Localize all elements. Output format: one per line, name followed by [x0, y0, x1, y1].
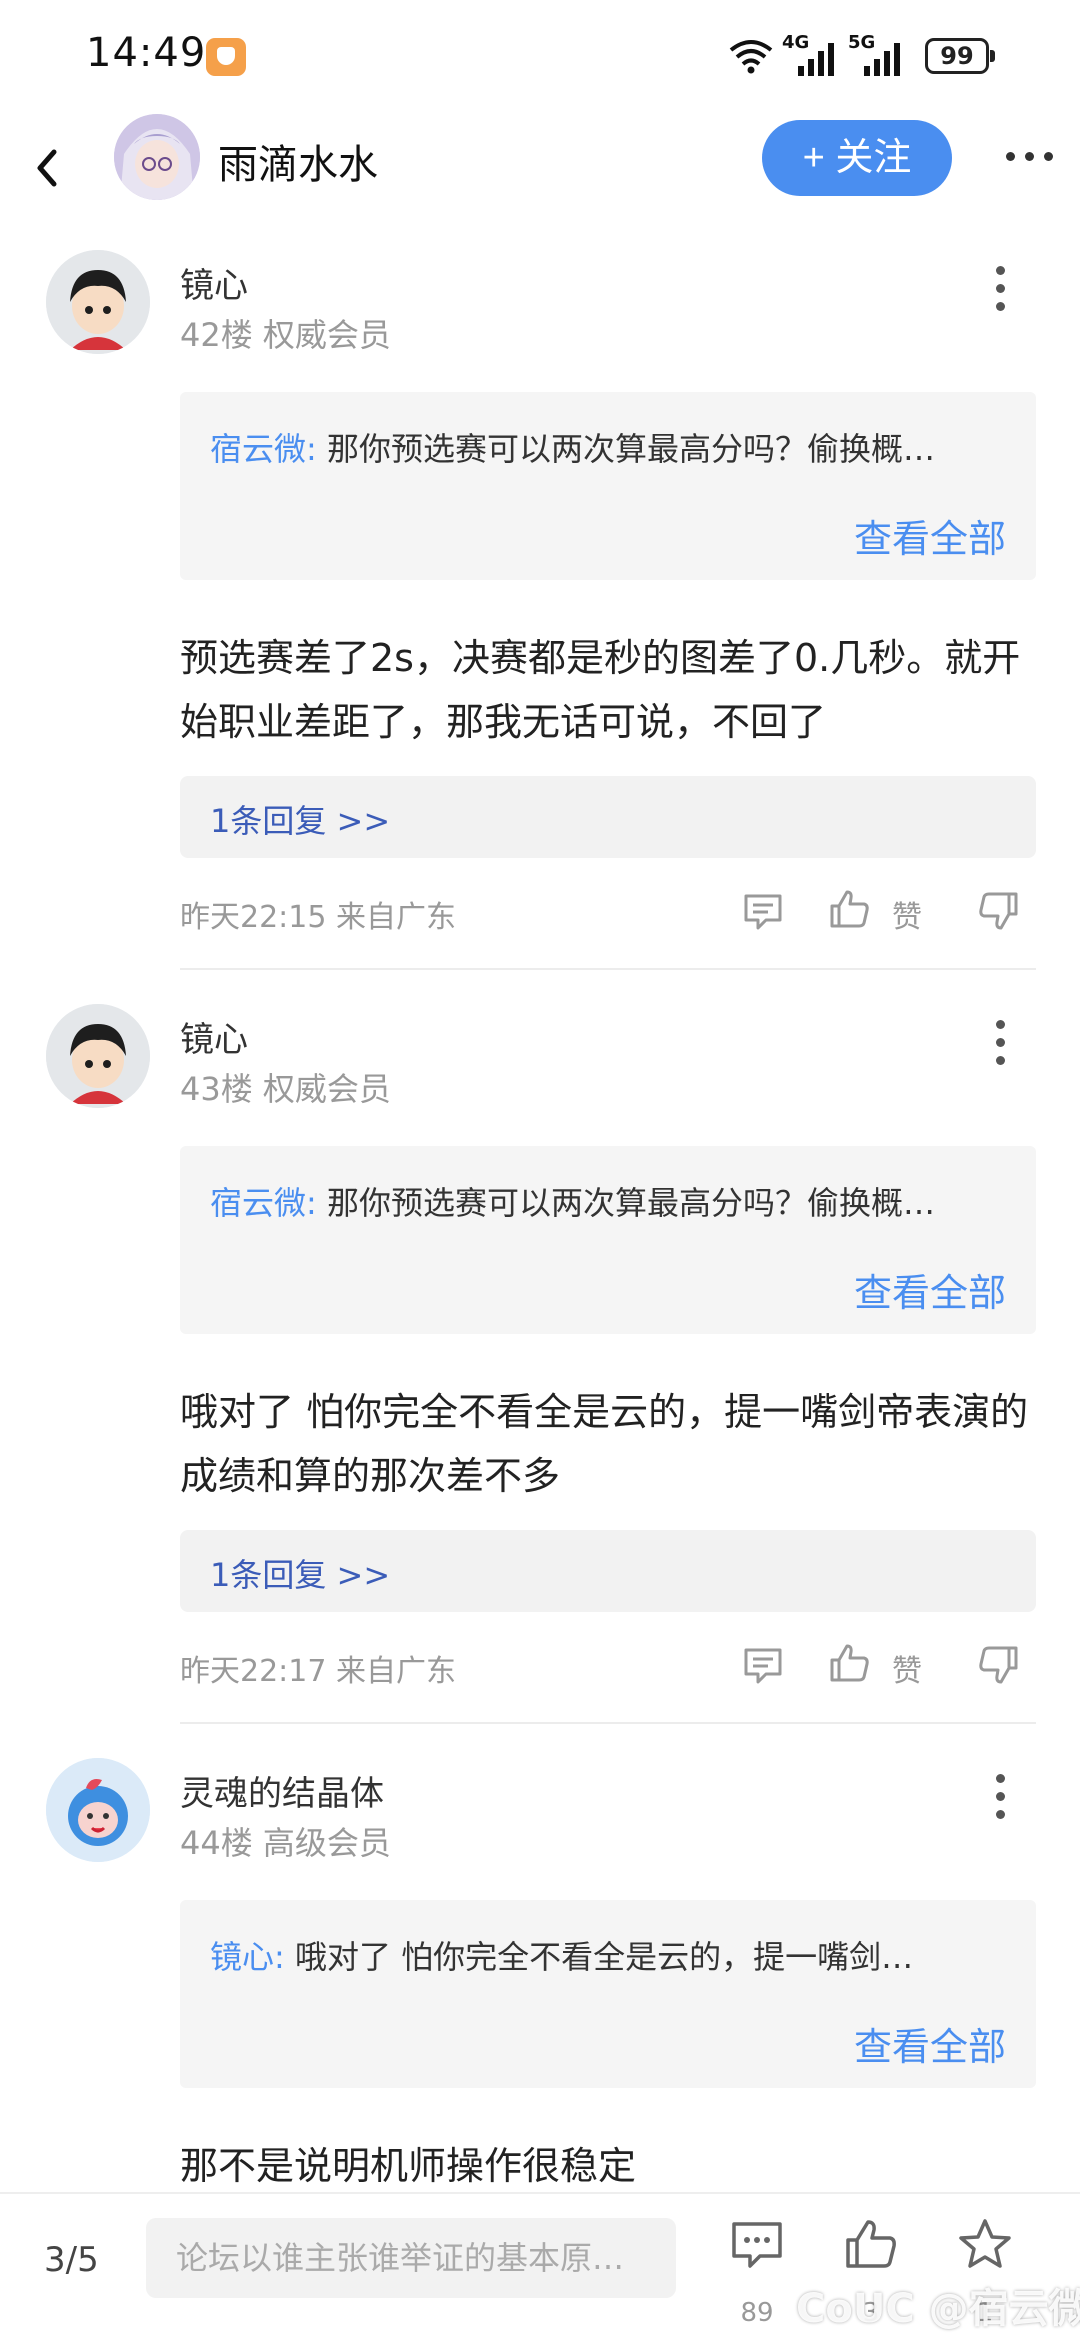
post-more-icon[interactable] — [988, 1018, 1012, 1074]
back-arrow-icon[interactable] — [28, 138, 68, 198]
post-timestamp-location: 昨天22:17 来自广东 — [180, 1654, 456, 1689]
quoted-user[interactable]: 宿云微: — [210, 430, 317, 468]
quoted-comment-text: 宿云微: 那你预选赛可以两次算最高分吗？偷换概… — [210, 1178, 1010, 1224]
thumbs-down-icon — [979, 1646, 1018, 1684]
comments-button[interactable]: 89 — [722, 2216, 792, 2336]
quoted-user[interactable]: 镜心: — [210, 1938, 285, 1976]
signal-bars-icon — [864, 43, 900, 76]
thumbs-up-icon — [830, 890, 869, 928]
cellular-signal-2: 5G — [848, 32, 908, 76]
dislike-action[interactable] — [976, 1642, 1026, 1692]
dislike-action[interactable] — [976, 888, 1026, 938]
like-label: 赞 — [892, 900, 922, 935]
like-label: 赞 — [892, 1654, 922, 1689]
status-time: 14:49 — [86, 30, 207, 76]
thread-author-name[interactable]: 雨滴水水 — [218, 132, 378, 190]
quoted-user[interactable]: 宿云微: — [210, 1184, 317, 1222]
cellular-signal-1: 4G — [782, 32, 842, 76]
post-floor-meta: 42楼 权威会员 — [180, 316, 391, 354]
header-avatar[interactable] — [114, 114, 200, 200]
watermark: CoUC @宿云微 — [796, 2286, 1080, 2332]
post-floor-meta: 43楼 权威会员 — [180, 1070, 391, 1108]
thumbs-down-icon — [979, 892, 1018, 930]
cartoon-avatar-image — [46, 250, 150, 354]
quoted-text: 那你预选赛可以两次算最高分吗？偷换概… — [316, 1184, 935, 1222]
post-timestamp-location: 昨天22:15 来自广东 — [180, 900, 456, 935]
post-more-icon[interactable] — [988, 264, 1012, 320]
mascot-avatar-image — [46, 1758, 150, 1862]
comment-count: 89 — [740, 2298, 774, 2328]
quoted-text: 哦对了 怕你完全不看全是云的，提一嘴剑… — [284, 1938, 914, 1976]
user-avatar-image — [114, 114, 200, 200]
post-body: 预选赛差了2s，决赛都是秒的图差了0.几秒。就开始职业差距了，那我无话可说，不回… — [180, 636, 1021, 744]
post-floor-meta: 44楼 高级会员 — [180, 1824, 391, 1862]
post-author[interactable]: 镜心 — [180, 258, 248, 307]
view-all-link[interactable]: 查看全部 — [854, 1262, 1006, 1317]
replies-link[interactable]: 1条回复 >> — [180, 776, 1036, 858]
quoted-comment[interactable]: 宿云微: 那你预选赛可以两次算最高分吗？偷换概… 查看全部 — [180, 1146, 1036, 1334]
app-notification-icon — [206, 38, 246, 76]
reply-action[interactable] — [740, 888, 790, 938]
wifi-icon — [729, 40, 773, 74]
quoted-comment-text: 宿云微: 那你预选赛可以两次算最高分吗？偷换概… — [210, 424, 1010, 470]
post-body: 那不是说明机师操作很稳定 — [180, 2144, 637, 2188]
status-bar: 14:49 4G 5G 99 — [0, 0, 1080, 110]
battery-level: 99 — [940, 42, 974, 70]
replies-count: 1条回复 >> — [210, 802, 391, 840]
divider — [180, 968, 1036, 970]
avatar[interactable] — [46, 1004, 150, 1108]
avatar[interactable] — [46, 1758, 150, 1862]
thread-header: 雨滴水水 + 关注 — [0, 110, 1080, 230]
signal-bars-icon — [798, 43, 834, 76]
comment-icon — [744, 1648, 782, 1684]
star-icon — [959, 2219, 1011, 2268]
battery-icon: 99 — [925, 38, 995, 74]
avatar[interactable] — [46, 250, 150, 354]
quoted-comment[interactable]: 镜心: 哦对了 怕你完全不看全是云的，提一嘴剑… 查看全部 — [180, 1900, 1036, 2088]
replies-count: 1条回复 >> — [210, 1556, 391, 1594]
post-author[interactable]: 灵魂的结晶体 — [180, 1766, 384, 1815]
thumbs-up-icon — [830, 1644, 869, 1682]
like-action[interactable]: 赞 — [826, 886, 936, 936]
view-all-link[interactable]: 查看全部 — [854, 508, 1006, 563]
thumbs-up-icon — [846, 2220, 896, 2268]
quoted-comment[interactable]: 宿云微: 那你预选赛可以两次算最高分吗？偷换概… 查看全部 — [180, 392, 1036, 580]
cartoon-avatar-image — [46, 1004, 150, 1108]
divider — [180, 1722, 1036, 1724]
follow-button[interactable]: + 关注 — [762, 120, 952, 196]
more-options-icon[interactable] — [1000, 138, 1060, 178]
reply-action[interactable] — [740, 1642, 790, 1692]
like-action[interactable]: 赞 — [826, 1640, 936, 1690]
replies-link[interactable]: 1条回复 >> — [180, 1530, 1036, 1612]
page-indicator[interactable]: 3/5 — [44, 2240, 99, 2280]
post-author[interactable]: 镜心 — [180, 1012, 248, 1061]
post-more-icon[interactable] — [988, 1772, 1012, 1828]
comment-bubble-icon — [732, 2222, 782, 2268]
quoted-text: 那你预选赛可以两次算最高分吗？偷换概… — [316, 430, 935, 468]
comment-icon — [744, 894, 782, 930]
view-all-link[interactable]: 查看全部 — [854, 2016, 1006, 2071]
quoted-comment-text: 镜心: 哦对了 怕你完全不看全是云的，提一嘴剑… — [210, 1932, 1010, 1978]
post-body: 哦对了 怕你完全不看全是云的，提一嘴剑帝表演的成绩和算的那次差不多 — [180, 1390, 1029, 1498]
reply-input[interactable] — [146, 2218, 676, 2298]
